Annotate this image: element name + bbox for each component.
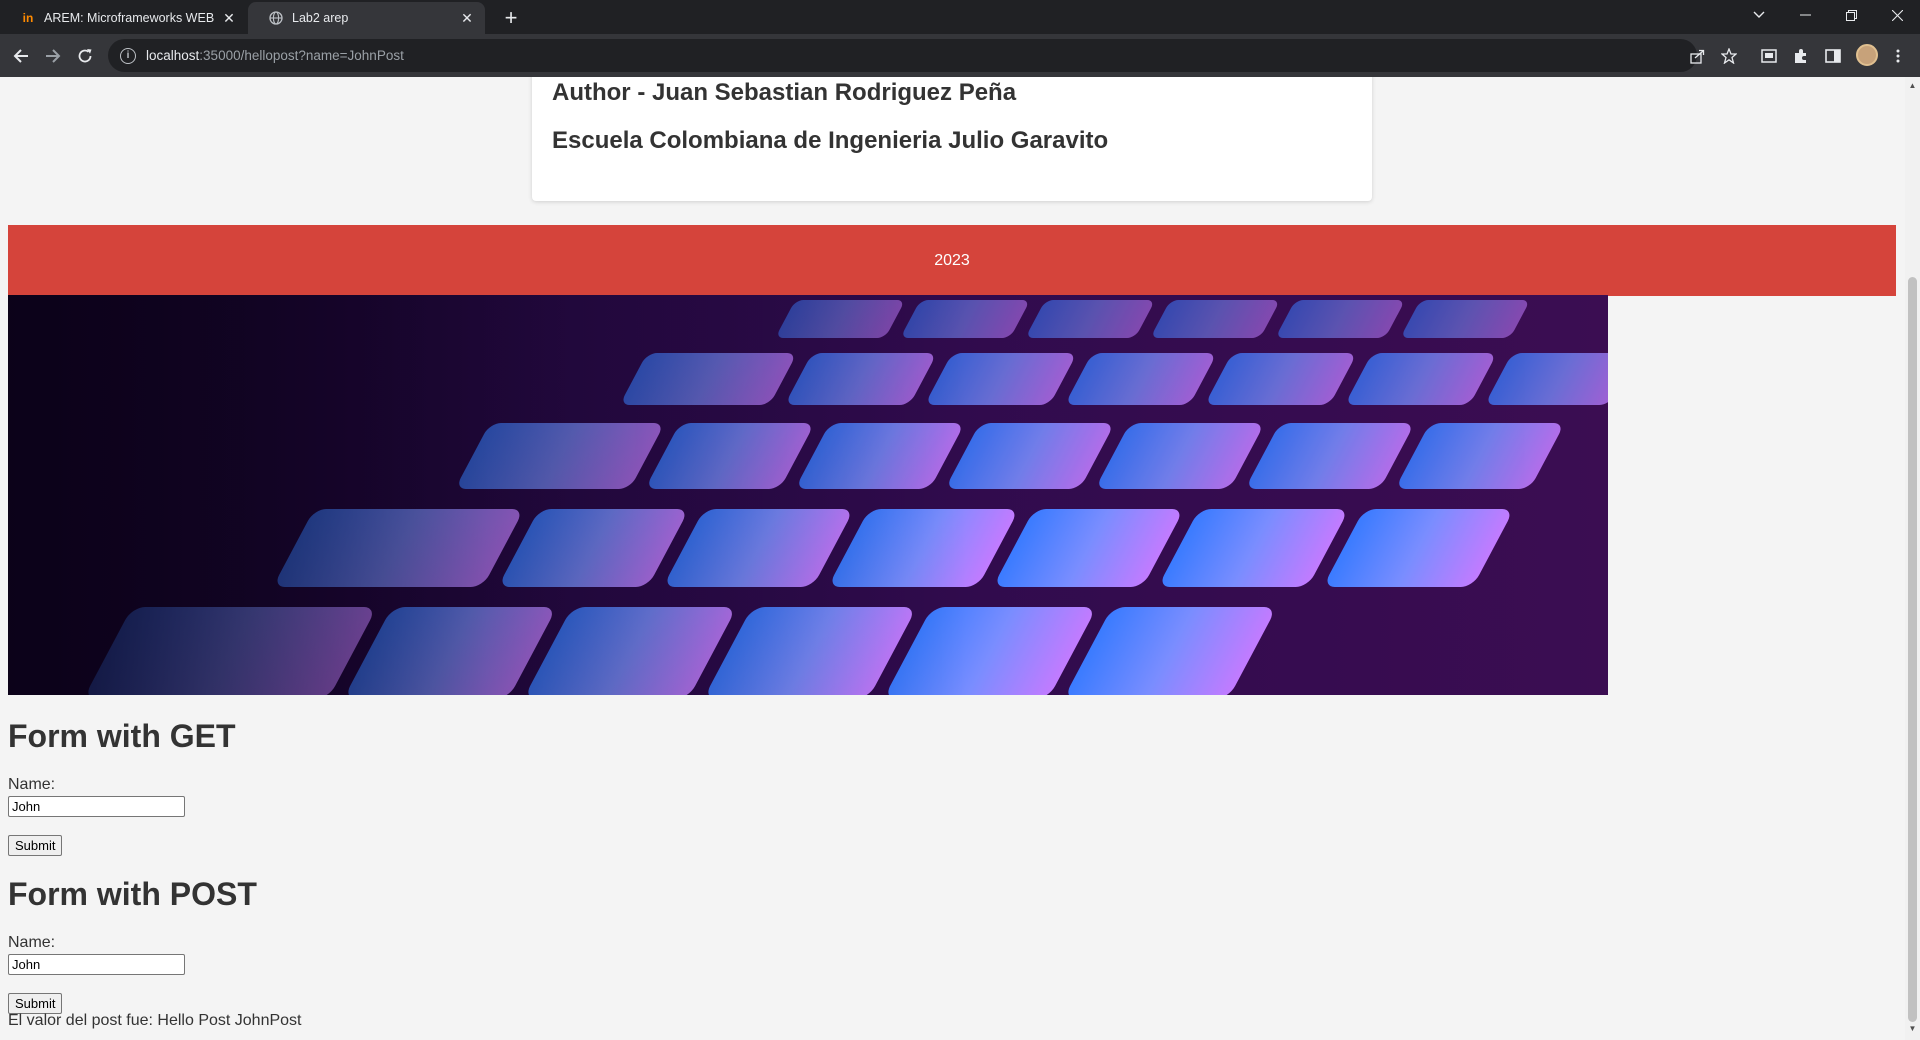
get-name-input[interactable] bbox=[8, 796, 185, 817]
author-card: Author - Juan Sebastian Rodriguez Peña E… bbox=[532, 77, 1372, 201]
keyboard-image bbox=[8, 295, 1608, 695]
profile-avatar[interactable] bbox=[1856, 44, 1878, 66]
post-result-text: El valor del post fue: Hello Post JohnPo… bbox=[8, 1012, 302, 1029]
tab-title: Lab2 arep bbox=[292, 11, 349, 25]
menu-kebab-icon[interactable] bbox=[1884, 42, 1912, 70]
post-submit-button[interactable]: Submit bbox=[8, 993, 63, 1014]
get-form-title: Form with GET bbox=[8, 718, 236, 754]
footer-year-band: 2023 bbox=[8, 225, 1896, 296]
minimize-button[interactable] bbox=[1782, 0, 1828, 30]
new-tab-button[interactable]: + bbox=[497, 4, 525, 32]
page-viewport: Author - Juan Sebastian Rodriguez Peña E… bbox=[0, 77, 1905, 1040]
get-name-label: Name: bbox=[8, 776, 56, 793]
footer-year: 2023 bbox=[934, 251, 970, 269]
close-window-button[interactable] bbox=[1874, 0, 1920, 30]
post-name-input[interactable] bbox=[8, 954, 185, 975]
scroll-up-arrow-icon[interactable]: ▲ bbox=[1905, 81, 1920, 93]
forward-arrow-icon[interactable] bbox=[39, 42, 67, 70]
address-bar[interactable]: i localhost:35000/hellopost?name=JohnPos… bbox=[108, 39, 1697, 72]
url-path: :35000/hellopost?name=JohnPost bbox=[199, 48, 404, 63]
post-form-title: Form with POST bbox=[8, 876, 257, 912]
in-logo-icon: in bbox=[22, 11, 34, 25]
tab-arem[interactable]: in AREM: Microframeworks WEB ✕ bbox=[0, 2, 247, 34]
author-heading: Author - Juan Sebastian Rodriguez Peña bbox=[552, 79, 1017, 106]
site-info-icon[interactable]: i bbox=[120, 47, 136, 64]
get-submit-button[interactable]: Submit bbox=[8, 835, 63, 856]
side-panel-icon[interactable] bbox=[1819, 42, 1847, 70]
media-control-icon[interactable] bbox=[1755, 42, 1783, 70]
school-heading: Escuela Colombiana de Ingenieria Julio G… bbox=[552, 127, 1109, 154]
tab-lab2[interactable]: Lab2 arep ✕ bbox=[248, 2, 485, 34]
tab-title: AREM: Microframeworks WEB bbox=[44, 11, 215, 25]
url-host: localhost bbox=[146, 48, 200, 63]
close-icon[interactable]: ✕ bbox=[221, 10, 237, 26]
close-icon[interactable]: ✕ bbox=[459, 10, 475, 26]
reload-icon[interactable] bbox=[71, 42, 99, 70]
tab-search-icon[interactable] bbox=[1736, 0, 1782, 30]
back-arrow-icon[interactable] bbox=[7, 42, 35, 70]
scroll-thumb[interactable] bbox=[1908, 277, 1917, 1022]
restore-button[interactable] bbox=[1828, 0, 1874, 30]
bookmark-star-icon[interactable] bbox=[1715, 42, 1743, 70]
post-name-label: Name: bbox=[8, 934, 56, 951]
scroll-down-arrow-icon[interactable]: ▼ bbox=[1905, 1024, 1920, 1036]
vertical-scrollbar[interactable]: ▲ ▼ bbox=[1905, 77, 1920, 1040]
tab-strip: in AREM: Microframeworks WEB ✕ Lab2 arep… bbox=[0, 0, 1920, 34]
browser-toolbar: i localhost:35000/hellopost?name=JohnPos… bbox=[0, 34, 1920, 77]
share-icon[interactable] bbox=[1683, 42, 1711, 70]
globe-icon bbox=[268, 10, 284, 26]
extensions-puzzle-icon[interactable] bbox=[1787, 42, 1815, 70]
